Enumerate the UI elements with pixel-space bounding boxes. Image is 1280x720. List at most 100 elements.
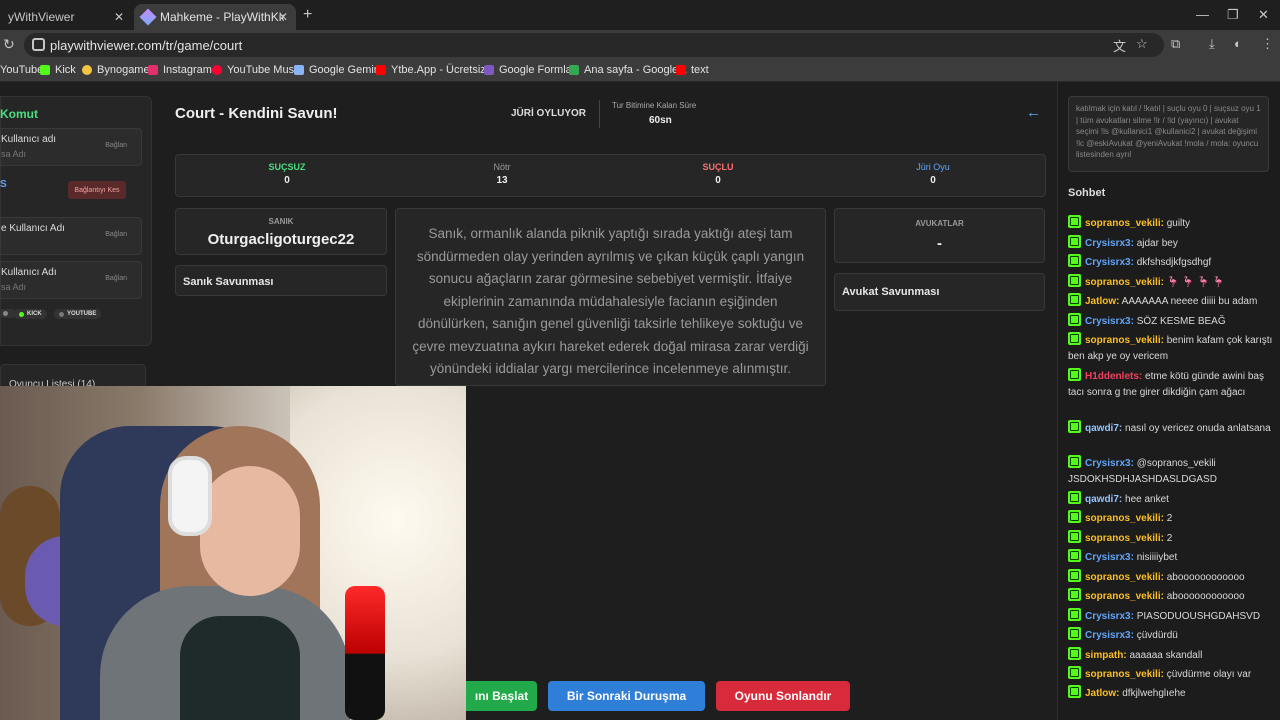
gemini-icon — [294, 65, 304, 75]
connect-button-3[interactable]: Bağlan — [99, 273, 133, 284]
chat-username[interactable]: qawdi7: — [1085, 494, 1122, 505]
kick-dot-icon — [19, 311, 24, 317]
tab-2-title: Mahkeme - PlayWithKick | Play — [160, 10, 284, 24]
connect-button-2[interactable]: Bağlan — [99, 229, 133, 240]
platform-kick-badge[interactable]: KICK — [14, 309, 47, 319]
username-input-3[interactable]: sa Adı — [1, 282, 26, 292]
bookmark-google-forms[interactable]: Google Formlar — [484, 64, 575, 76]
chat-username[interactable]: Jatlow: — [1085, 296, 1119, 307]
chat-username[interactable]: sopranos_vekili: — [1085, 277, 1164, 288]
download-icon[interactable]: ⤓ — [1209, 36, 1215, 52]
chat-username[interactable]: Crysisrx3: — [1085, 316, 1134, 327]
bookmark-star-icon[interactable]: ☆ — [1136, 36, 1148, 52]
chat-username[interactable]: qawdi7: — [1085, 423, 1122, 434]
kick-badge-icon — [1068, 647, 1081, 660]
chat-username[interactable]: Jatlow: — [1085, 688, 1119, 699]
bookmark-gemini[interactable]: Google Gemini — [294, 64, 382, 76]
bookmark-drive[interactable]: Ana sayfa - Google... — [569, 64, 687, 76]
chat-message: sopranos_vekili: aboooooooooooo — [1068, 569, 1274, 586]
defendant-label: SANIK — [268, 217, 294, 226]
disconnect-button[interactable]: Bağlantıyı Kes — [68, 181, 126, 199]
chat-text: PIASODUOUSHGDAHSVD — [1133, 611, 1261, 622]
chat-username[interactable]: Crysisrx3: — [1085, 552, 1134, 563]
chat-username[interactable]: Crysisrx3: — [1085, 257, 1134, 268]
bookmark-instagram[interactable]: Instagram — [148, 64, 212, 76]
back-arrow-icon[interactable]: ← — [1026, 104, 1041, 121]
chat-username[interactable]: sopranos_vekili: — [1085, 533, 1164, 544]
chat-username[interactable]: sopranos_vekili: — [1085, 591, 1164, 602]
lawyers-card: AVUKATLAR - — [834, 208, 1045, 263]
bookmark-youtube-music[interactable]: YouTube Music — [212, 64, 302, 76]
bookmark-text[interactable]: text — [676, 64, 709, 76]
browser-tab-active[interactable]: Mahkeme - PlayWithKick | Play ✕ — [134, 4, 296, 30]
bookmarks-bar: YouTube Kick Bynogame Instagram YouTube … — [0, 60, 1280, 82]
reload-icon[interactable]: ↻ — [3, 36, 15, 53]
chat-username[interactable]: sopranos_vekili: — [1085, 218, 1164, 229]
kick-badge-icon — [1068, 254, 1081, 267]
platform-youtube-badge[interactable]: YOUTUBE — [54, 309, 102, 319]
username-label-1: Kullanıcı adı — [1, 134, 57, 145]
lawyers-value: - — [937, 235, 942, 252]
chat-username[interactable]: simpath: — [1085, 650, 1127, 661]
bookmark-kick[interactable]: Kick — [40, 64, 76, 76]
defendant-defense-title: Sanık Savunması — [183, 276, 274, 288]
chat-username[interactable]: sopranos_vekili: — [1085, 335, 1164, 346]
chat-username[interactable]: sopranos_vekili: — [1085, 669, 1164, 680]
commands-info: katılmak için katıl / !katıl | suçlu oyu… — [1068, 96, 1269, 172]
tab-1-title: yWithViewer — [8, 10, 75, 24]
lawyer-defense-title: Avukat Savunması — [842, 286, 940, 298]
close-tab-icon[interactable]: ✕ — [114, 10, 124, 24]
chat-text: 2 — [1163, 513, 1173, 524]
bookmark-bynogame[interactable]: Bynogame — [82, 64, 150, 76]
minimize-icon[interactable]: — — [1196, 7, 1209, 22]
connect-button-1[interactable]: Bağlan — [99, 140, 133, 151]
username-label-3: Kullanıcı Adı — [1, 267, 57, 278]
bookmark-ytbe[interactable]: Ytbe.App - Ücretsiz... — [376, 64, 495, 76]
chat-text: nisiiiiybet — [1133, 552, 1178, 563]
text-bookmark-icon — [676, 65, 686, 75]
chat-text: çüvdürme olayı var — [1163, 669, 1252, 680]
chat-username[interactable]: sopranos_vekili: — [1085, 513, 1164, 524]
chat-message: Crysisrx3: @sopranos_vekili JSDOKHSDHJAS… — [1068, 455, 1274, 488]
translate-icon[interactable]: 文 — [1113, 36, 1126, 55]
chat-username[interactable]: H1ddenlets: — [1085, 371, 1142, 382]
next-hearing-button[interactable]: Bir Sonraki Duruşma — [548, 681, 705, 711]
close-window-icon[interactable]: ✕ — [1258, 7, 1269, 23]
username-row-3: Kullanıcı Adı sa Adı Bağlan — [0, 261, 142, 299]
start-game-button[interactable]: ını Başlat — [466, 681, 537, 711]
chat-message: Jatlow: dfkjlwehglıehe — [1068, 685, 1274, 702]
extensions-icon[interactable]: ⧉ — [1171, 36, 1180, 52]
chat-username[interactable]: sopranos_vekili: — [1085, 572, 1164, 583]
defendant-defense-card: Sanık Savunması — [175, 265, 387, 296]
close-tab-icon[interactable]: ✕ — [278, 10, 288, 24]
maximize-icon[interactable]: ❐ — [1227, 7, 1239, 23]
menu-icon[interactable]: ⋮ — [1261, 36, 1274, 52]
browser-tab-1[interactable]: yWithViewer ✕ — [0, 4, 132, 30]
kick-badge-icon — [1068, 215, 1081, 228]
chat-message: sopranos_vekili: 2 — [1068, 530, 1274, 547]
chat-username[interactable]: Crysisrx3: — [1085, 611, 1134, 622]
username-row-1: Kullanıcı adı sa Adı Bağlan — [0, 128, 142, 166]
kick-icon — [40, 65, 50, 75]
kick-badge-icon — [1068, 588, 1081, 601]
chat-text: 🦩 🦩 🦩 🦩 — [1163, 277, 1225, 288]
chat-username[interactable]: Crysisrx3: — [1085, 458, 1134, 469]
bookmark-youtube[interactable]: YouTube — [0, 64, 43, 76]
kick-badge-icon — [1068, 549, 1081, 562]
site-info-icon[interactable] — [32, 38, 45, 51]
chat-message: Crysisrx3: çüvdürdü — [1068, 627, 1274, 644]
end-game-button[interactable]: Oyunu Sonlandır — [716, 681, 850, 711]
chat-message: sopranos_vekili: çüvdürme olayı var — [1068, 666, 1274, 683]
chat-message: qawdi7: nasıl oy vericez onuda anlatsana — [1068, 420, 1274, 437]
chat-username[interactable]: Crysisrx3: — [1085, 238, 1134, 249]
username-input-1[interactable]: sa Adı — [1, 149, 26, 159]
divider — [599, 100, 600, 128]
lawyers-label: AVUKATLAR — [915, 219, 964, 228]
address-bar[interactable]: playwithviewer.com/tr/game/court — [24, 33, 1164, 57]
chat-text: 2 — [1163, 533, 1173, 544]
youtube-dot-icon — [59, 311, 64, 317]
profile-icon[interactable]: ◐ — [1234, 36, 1242, 51]
kick-badge-icon — [1068, 235, 1081, 248]
chat-username[interactable]: Crysisrx3: — [1085, 630, 1134, 641]
new-tab-icon[interactable]: + — [303, 6, 312, 24]
